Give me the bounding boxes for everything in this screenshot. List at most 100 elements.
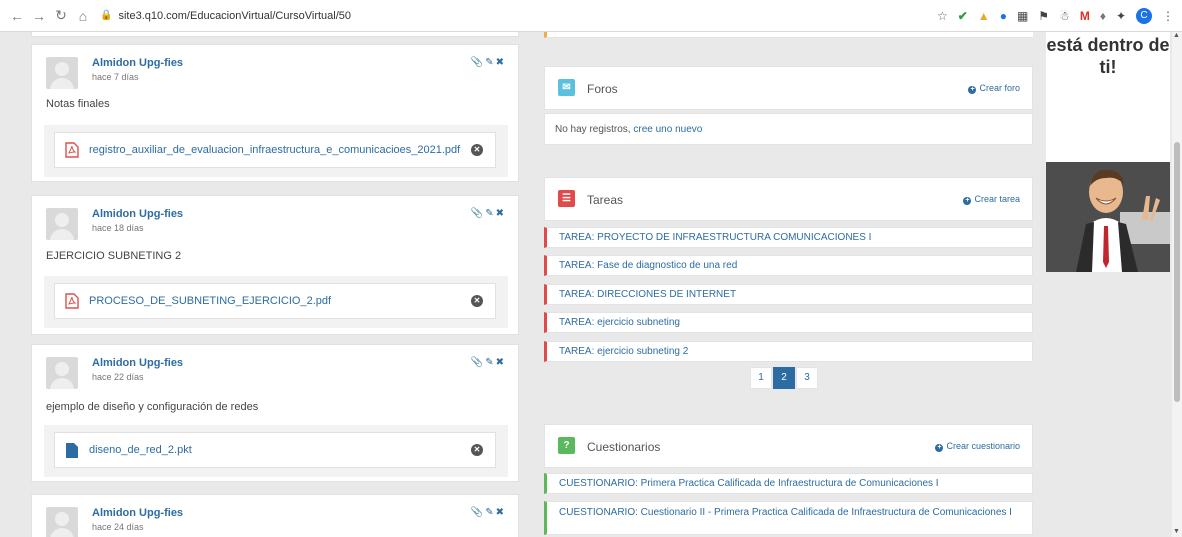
activities-column: ✉ Foros + Crear foro No hay registros, cr…: [544, 0, 1033, 537]
post-actions: 📎✎✖: [471, 57, 506, 68]
avatar: [46, 357, 78, 389]
remove-file-icon[interactable]: ✕: [471, 295, 483, 307]
forums-title: Foros: [587, 82, 618, 96]
attachment-icon[interactable]: 📎: [471, 507, 485, 518]
delete-icon[interactable]: ✖: [496, 208, 506, 219]
quizzes-panel-header: ? Cuestionarios + Crear cuestionario: [544, 424, 1033, 468]
plus-icon: +: [935, 444, 944, 452]
scrollbar-thumb[interactable]: [1174, 142, 1180, 402]
post-time: hace 24 días: [92, 522, 144, 532]
edit-icon[interactable]: ✎: [485, 357, 495, 368]
post-text: Notas finales: [46, 98, 110, 110]
post-card: Almidon Upg-fies hace 7 días 📎✎✖ Notas f…: [31, 44, 519, 182]
delete-icon[interactable]: ✖: [496, 507, 506, 518]
edit-icon[interactable]: ✎: [485, 507, 495, 518]
forums-empty-state: No hay registros, cree uno nuevo: [544, 113, 1033, 145]
lock-icon: 🔒: [100, 10, 113, 21]
post-author[interactable]: Almidon Upg-fies: [92, 357, 183, 369]
post-actions: 📎✎✖: [471, 357, 506, 368]
create-task-button[interactable]: + Crear tarea: [963, 194, 1020, 205]
quizzes-title: Cuestionarios: [587, 440, 661, 454]
post-time: hace 22 días: [92, 372, 144, 382]
attachment-icon[interactable]: 📎: [471, 57, 485, 68]
ad-image: [1046, 162, 1170, 272]
document-icon: [65, 442, 79, 458]
pdf-icon: [65, 293, 79, 309]
quiz-item[interactable]: CUESTIONARIO: Cuestionario II - Primera …: [544, 501, 1033, 535]
question-icon: ?: [558, 437, 575, 454]
post-text: ejemplo de diseño y configuración de red…: [46, 401, 259, 413]
tasks-pagination: 1 2 3: [750, 367, 818, 389]
plus-icon: +: [968, 86, 977, 94]
file-name[interactable]: PROCESO_DE_SUBNETING_EJERCICIO_2.pdf: [89, 295, 331, 307]
attachment-item[interactable]: diseno_de_red_2.pkt ✕: [54, 432, 496, 468]
edit-icon[interactable]: ✎: [485, 57, 495, 68]
post-text: EJERCICIO SUBNETING 2: [46, 250, 182, 262]
scroll-down-icon[interactable]: ▼: [1173, 528, 1180, 535]
avatar: [46, 208, 78, 240]
list-icon: ☰: [558, 190, 575, 207]
back-arrow-icon[interactable]: ←: [6, 5, 28, 27]
attachment-item[interactable]: registro_auxiliar_de_evaluacion_infraest…: [54, 132, 496, 168]
scrollbar[interactable]: ▲ ▼: [1172, 32, 1182, 537]
file-name[interactable]: diseno_de_red_2.pkt: [89, 444, 192, 456]
home-icon[interactable]: ⌂: [72, 5, 94, 27]
quiz-item[interactable]: CUESTIONARIO: Primera Practica Calificad…: [544, 473, 1033, 494]
ad-headline: está dentro de ti!: [1046, 35, 1170, 77]
mail-extension-icon[interactable]: M: [1080, 9, 1090, 23]
address-bar[interactable]: 🔒 site3.q10.com/EducacionVirtual/CursoVi…: [100, 4, 351, 28]
post-card: Almidon Upg-fies hace 24 días 📎✎✖: [31, 494, 519, 537]
create-forum-button[interactable]: + Crear foro: [968, 83, 1020, 94]
attachment-icon[interactable]: 📎: [471, 208, 485, 219]
file-name[interactable]: registro_auxiliar_de_evaluacion_infraest…: [89, 144, 460, 156]
post-author[interactable]: Almidon Upg-fies: [92, 208, 183, 220]
advertisement-banner[interactable]: está dentro de ti!: [1046, 32, 1170, 272]
attachment-area: registro_auxiliar_de_evaluacion_infraest…: [44, 125, 508, 177]
task-item[interactable]: TAREA: Fase de diagnostico de una red: [544, 255, 1033, 276]
post-card: Almidon Upg-fies hace 18 días 📎✎✖ EJERCI…: [31, 195, 519, 335]
reload-icon[interactable]: ↻: [50, 5, 72, 27]
url-text: site3.q10.com/EducacionVirtual/CursoVirt…: [118, 9, 352, 22]
flag-extension-icon[interactable]: ⚑: [1038, 9, 1049, 23]
puzzle-extension-icon[interactable]: ✦: [1116, 9, 1126, 23]
post-author[interactable]: Almidon Upg-fies: [92, 57, 183, 69]
remove-file-icon[interactable]: ✕: [471, 144, 483, 156]
page-1-button[interactable]: 1: [750, 367, 772, 389]
remove-file-icon[interactable]: ✕: [471, 444, 483, 456]
forums-panel-header: ✉ Foros + Crear foro: [544, 66, 1033, 110]
post-actions: 📎✎✖: [471, 507, 506, 518]
post-actions: 📎✎✖: [471, 208, 506, 219]
page-2-button[interactable]: 2: [773, 367, 795, 389]
avatar: [46, 507, 78, 537]
menu-dots-icon[interactable]: ⋮: [1162, 9, 1174, 23]
post-author[interactable]: Almidon Upg-fies: [92, 507, 183, 519]
task-item[interactable]: TAREA: DIRECCIONES DE INTERNET: [544, 284, 1033, 305]
profile-avatar-icon[interactable]: C: [1136, 8, 1152, 24]
attachment-item[interactable]: PROCESO_DE_SUBNETING_EJERCICIO_2.pdf ✕: [54, 283, 496, 319]
attachment-area: PROCESO_DE_SUBNETING_EJERCICIO_2.pdf ✕: [44, 276, 508, 328]
avatar: [46, 57, 78, 89]
attachment-icon[interactable]: 📎: [471, 357, 485, 368]
delete-icon[interactable]: ✖: [496, 357, 506, 368]
post-time: hace 7 días: [92, 72, 139, 82]
task-item[interactable]: TAREA: ejercicio subneting: [544, 312, 1033, 333]
scroll-up-icon[interactable]: ▲: [1173, 32, 1180, 39]
previous-post-edge: [31, 32, 519, 37]
task-item[interactable]: TAREA: PROYECTO DE INFRAESTRUCTURA COMUN…: [544, 227, 1033, 248]
forward-arrow-icon[interactable]: →: [28, 5, 50, 27]
post-time: hace 18 días: [92, 223, 144, 233]
shield-extension-icon[interactable]: ♦: [1100, 9, 1106, 23]
create-quiz-button[interactable]: + Crear cuestionario: [935, 441, 1020, 452]
page-3-button[interactable]: 3: [796, 367, 818, 389]
chat-icon: ✉: [558, 79, 575, 96]
tasks-panel-header: ☰ Tareas + Crear tarea: [544, 177, 1033, 221]
attachment-area: diseno_de_red_2.pkt ✕: [44, 425, 508, 477]
post-card: Almidon Upg-fies hace 22 días 📎✎✖ ejempl…: [31, 344, 519, 482]
tasks-title: Tareas: [587, 193, 624, 207]
task-item[interactable]: TAREA: ejercicio subneting 2: [544, 341, 1033, 362]
delete-icon[interactable]: ✖: [496, 57, 506, 68]
create-new-link[interactable]: cree uno nuevo: [633, 124, 702, 135]
mute-extension-icon[interactable]: ☃: [1059, 9, 1070, 23]
edit-icon[interactable]: ✎: [485, 208, 495, 219]
pdf-icon: [65, 142, 79, 158]
